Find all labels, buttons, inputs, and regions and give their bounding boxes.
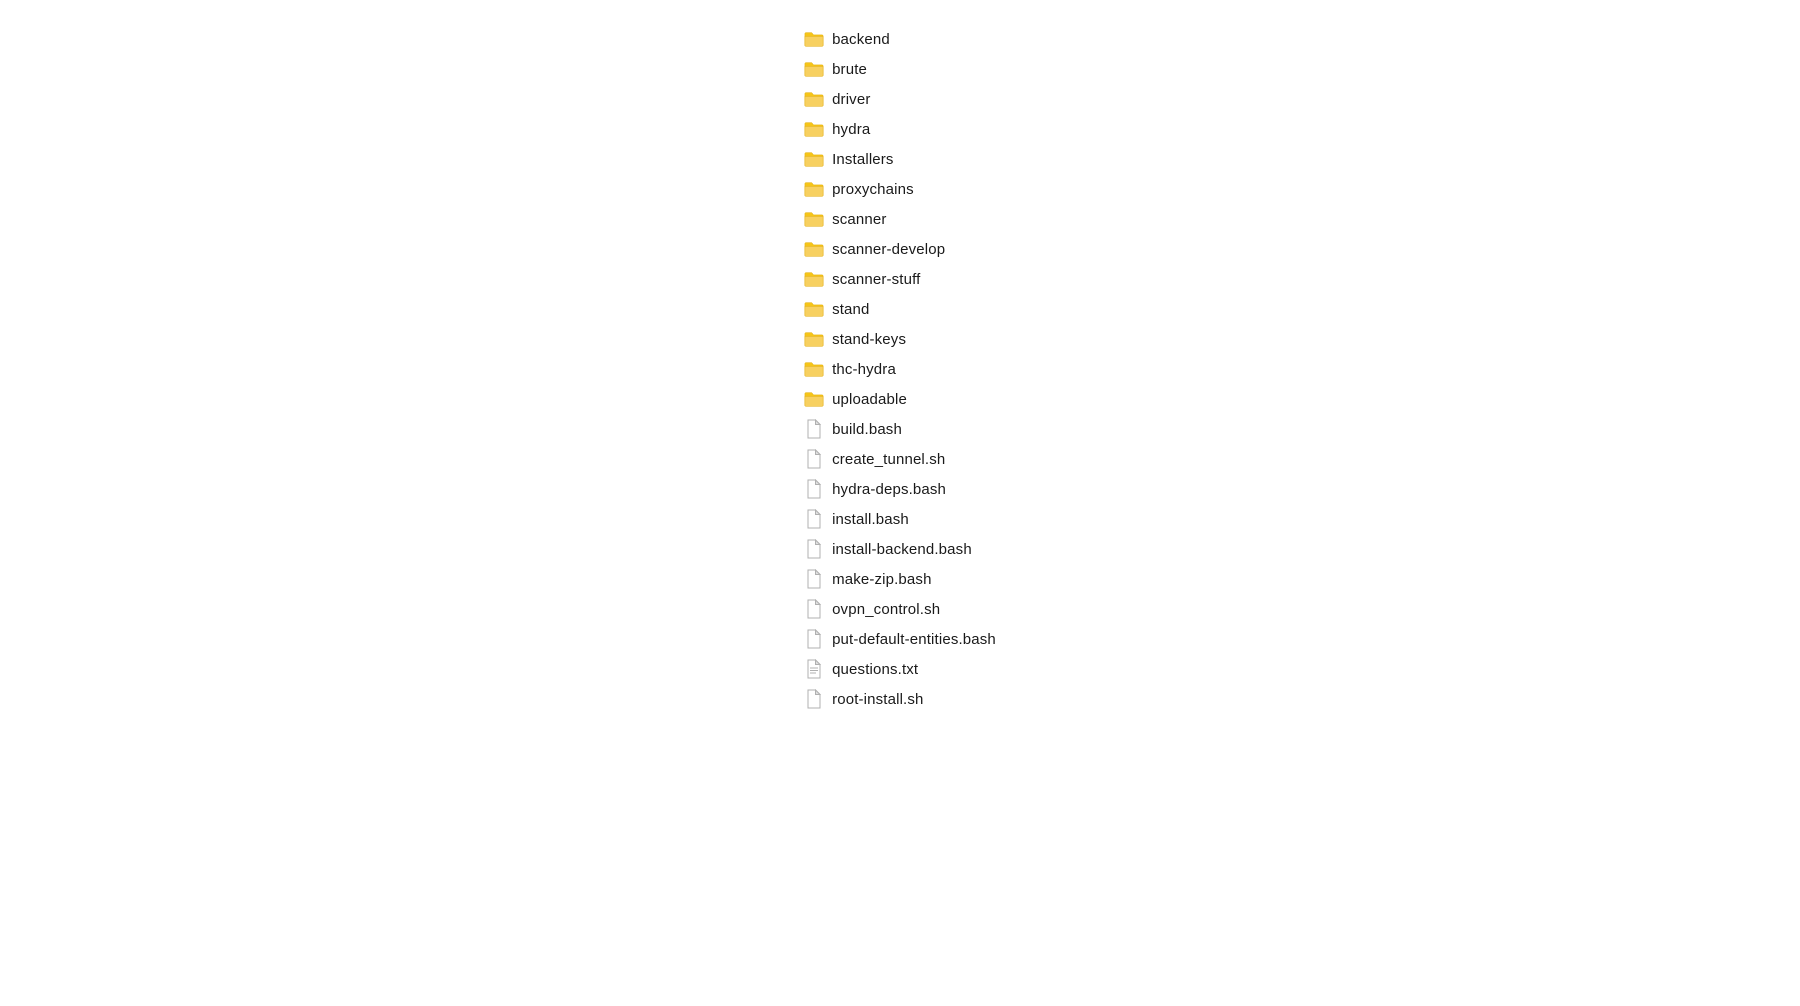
item-name: hydra (832, 121, 870, 138)
item-name: Installers (832, 151, 894, 168)
folder-icon (804, 59, 824, 79)
file-icon (804, 509, 824, 529)
item-name: uploadable (832, 391, 907, 408)
item-name: make-zip.bash (832, 571, 932, 588)
file-icon (804, 419, 824, 439)
folder-icon (804, 29, 824, 49)
list-item[interactable]: root-install.sh (796, 684, 1004, 714)
file-icon (804, 449, 824, 469)
folder-icon (804, 389, 824, 409)
item-name: stand-keys (832, 331, 906, 348)
item-name: ovpn_control.sh (832, 601, 940, 618)
folder-icon (804, 299, 824, 319)
folder-icon (804, 89, 824, 109)
folder-icon (804, 179, 824, 199)
folder-icon (804, 269, 824, 289)
list-item[interactable]: create_tunnel.sh (796, 444, 1004, 474)
list-item[interactable]: Installers (796, 144, 1004, 174)
list-item[interactable]: backend (796, 24, 1004, 54)
list-item[interactable]: scanner-stuff (796, 264, 1004, 294)
file-icon (804, 689, 824, 709)
item-name: scanner-stuff (832, 271, 920, 288)
item-name: stand (832, 301, 869, 318)
list-item[interactable]: put-default-entities.bash (796, 624, 1004, 654)
folder-icon (804, 149, 824, 169)
folder-icon (804, 329, 824, 349)
item-name: driver (832, 91, 870, 108)
item-name: questions.txt (832, 661, 918, 678)
file-icon (804, 569, 824, 589)
folder-icon (804, 359, 824, 379)
folder-icon (804, 239, 824, 259)
list-item[interactable]: thc-hydra (796, 354, 1004, 384)
folder-icon (804, 209, 824, 229)
item-name: scanner (832, 211, 886, 228)
item-name: hydra-deps.bash (832, 481, 946, 498)
item-name: brute (832, 61, 867, 78)
item-name: proxychains (832, 181, 914, 198)
file-icon (804, 479, 824, 499)
item-name: install-backend.bash (832, 541, 972, 558)
list-item[interactable]: install-backend.bash (796, 534, 1004, 564)
folder-icon (804, 119, 824, 139)
list-item[interactable]: ovpn_control.sh (796, 594, 1004, 624)
item-name: backend (832, 31, 890, 48)
file-list: backend brute driver hydra Installers pr… (796, 20, 1004, 1006)
list-item[interactable]: scanner (796, 204, 1004, 234)
list-item[interactable]: brute (796, 54, 1004, 84)
file-icon (804, 629, 824, 649)
item-name: create_tunnel.sh (832, 451, 945, 468)
item-name: root-install.sh (832, 691, 923, 708)
list-item[interactable]: driver (796, 84, 1004, 114)
list-item[interactable]: scanner-develop (796, 234, 1004, 264)
item-name: build.bash (832, 421, 902, 438)
file-icon (804, 599, 824, 619)
list-item[interactable]: make-zip.bash (796, 564, 1004, 594)
list-item[interactable]: build.bash (796, 414, 1004, 444)
list-item[interactable]: hydra (796, 114, 1004, 144)
list-item[interactable]: uploadable (796, 384, 1004, 414)
item-name: scanner-develop (832, 241, 945, 258)
file-icon (804, 539, 824, 559)
list-item[interactable]: proxychains (796, 174, 1004, 204)
list-item[interactable]: install.bash (796, 504, 1004, 534)
item-name: put-default-entities.bash (832, 631, 996, 648)
list-item[interactable]: questions.txt (796, 654, 1004, 684)
file-lines-icon (804, 659, 824, 679)
list-item[interactable]: hydra-deps.bash (796, 474, 1004, 504)
item-name: install.bash (832, 511, 909, 528)
item-name: thc-hydra (832, 361, 896, 378)
list-item[interactable]: stand (796, 294, 1004, 324)
list-item[interactable]: stand-keys (796, 324, 1004, 354)
